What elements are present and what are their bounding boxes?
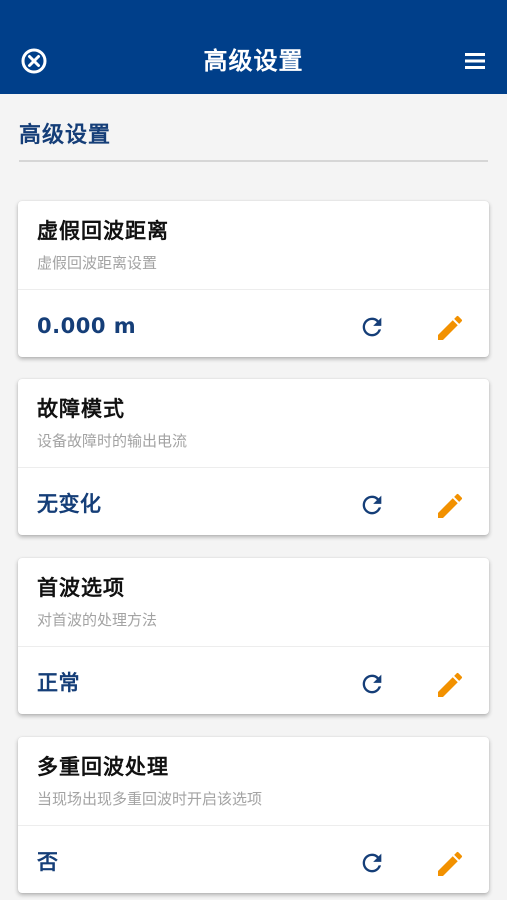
setting-description: 当现场出现多重回波时开启该选项 <box>37 790 263 808</box>
section-divider <box>19 160 488 162</box>
setting-card-multiple-echo-handling: 多重回波处理 当现场出现多重回波时开启该选项 否 <box>18 737 489 893</box>
app-bar: 高级设置 <box>0 0 507 94</box>
edit-button[interactable] <box>433 847 467 881</box>
reset-button[interactable] <box>356 311 388 343</box>
setting-value: 0.000 m <box>37 314 137 338</box>
section-title: 高级设置 <box>19 123 112 148</box>
setting-value: 正常 <box>37 671 80 695</box>
setting-value: 无变化 <box>37 492 102 516</box>
reset-button[interactable] <box>356 847 388 879</box>
setting-card-fault-mode: 故障模式 设备故障时的输出电流 无变化 <box>18 379 489 535</box>
edit-button[interactable] <box>433 668 467 702</box>
page-title: 高级设置 <box>203 47 304 75</box>
setting-title: 多重回波处理 <box>37 755 169 779</box>
card-divider <box>18 825 489 826</box>
card-divider <box>18 467 489 468</box>
card-divider <box>18 289 489 290</box>
pencil-icon <box>434 848 466 880</box>
setting-title: 首波选项 <box>37 576 125 600</box>
setting-title: 虚假回波距离 <box>37 219 169 243</box>
edit-button[interactable] <box>433 489 467 523</box>
setting-title: 故障模式 <box>37 397 125 421</box>
reset-button[interactable] <box>356 668 388 700</box>
refresh-icon <box>358 313 386 341</box>
pencil-icon <box>434 669 466 701</box>
edit-button[interactable] <box>433 311 467 345</box>
setting-value: 否 <box>37 850 59 874</box>
hamburger-menu-icon <box>463 50 487 72</box>
refresh-icon <box>358 491 386 519</box>
menu-button[interactable] <box>460 46 490 76</box>
pencil-icon <box>434 490 466 522</box>
setting-description: 对首波的处理方法 <box>37 611 158 629</box>
refresh-icon <box>358 849 386 877</box>
card-divider <box>18 646 489 647</box>
setting-card-first-echo-option: 首波选项 对首波的处理方法 正常 <box>18 558 489 714</box>
refresh-icon <box>358 670 386 698</box>
reset-button[interactable] <box>356 489 388 521</box>
pencil-icon <box>434 312 466 344</box>
setting-card-false-echo-distance: 虚假回波距离 虚假回波距离设置 0.000 m <box>18 201 489 357</box>
setting-description: 设备故障时的输出电流 <box>37 432 188 450</box>
setting-description: 虚假回波距离设置 <box>37 254 158 272</box>
